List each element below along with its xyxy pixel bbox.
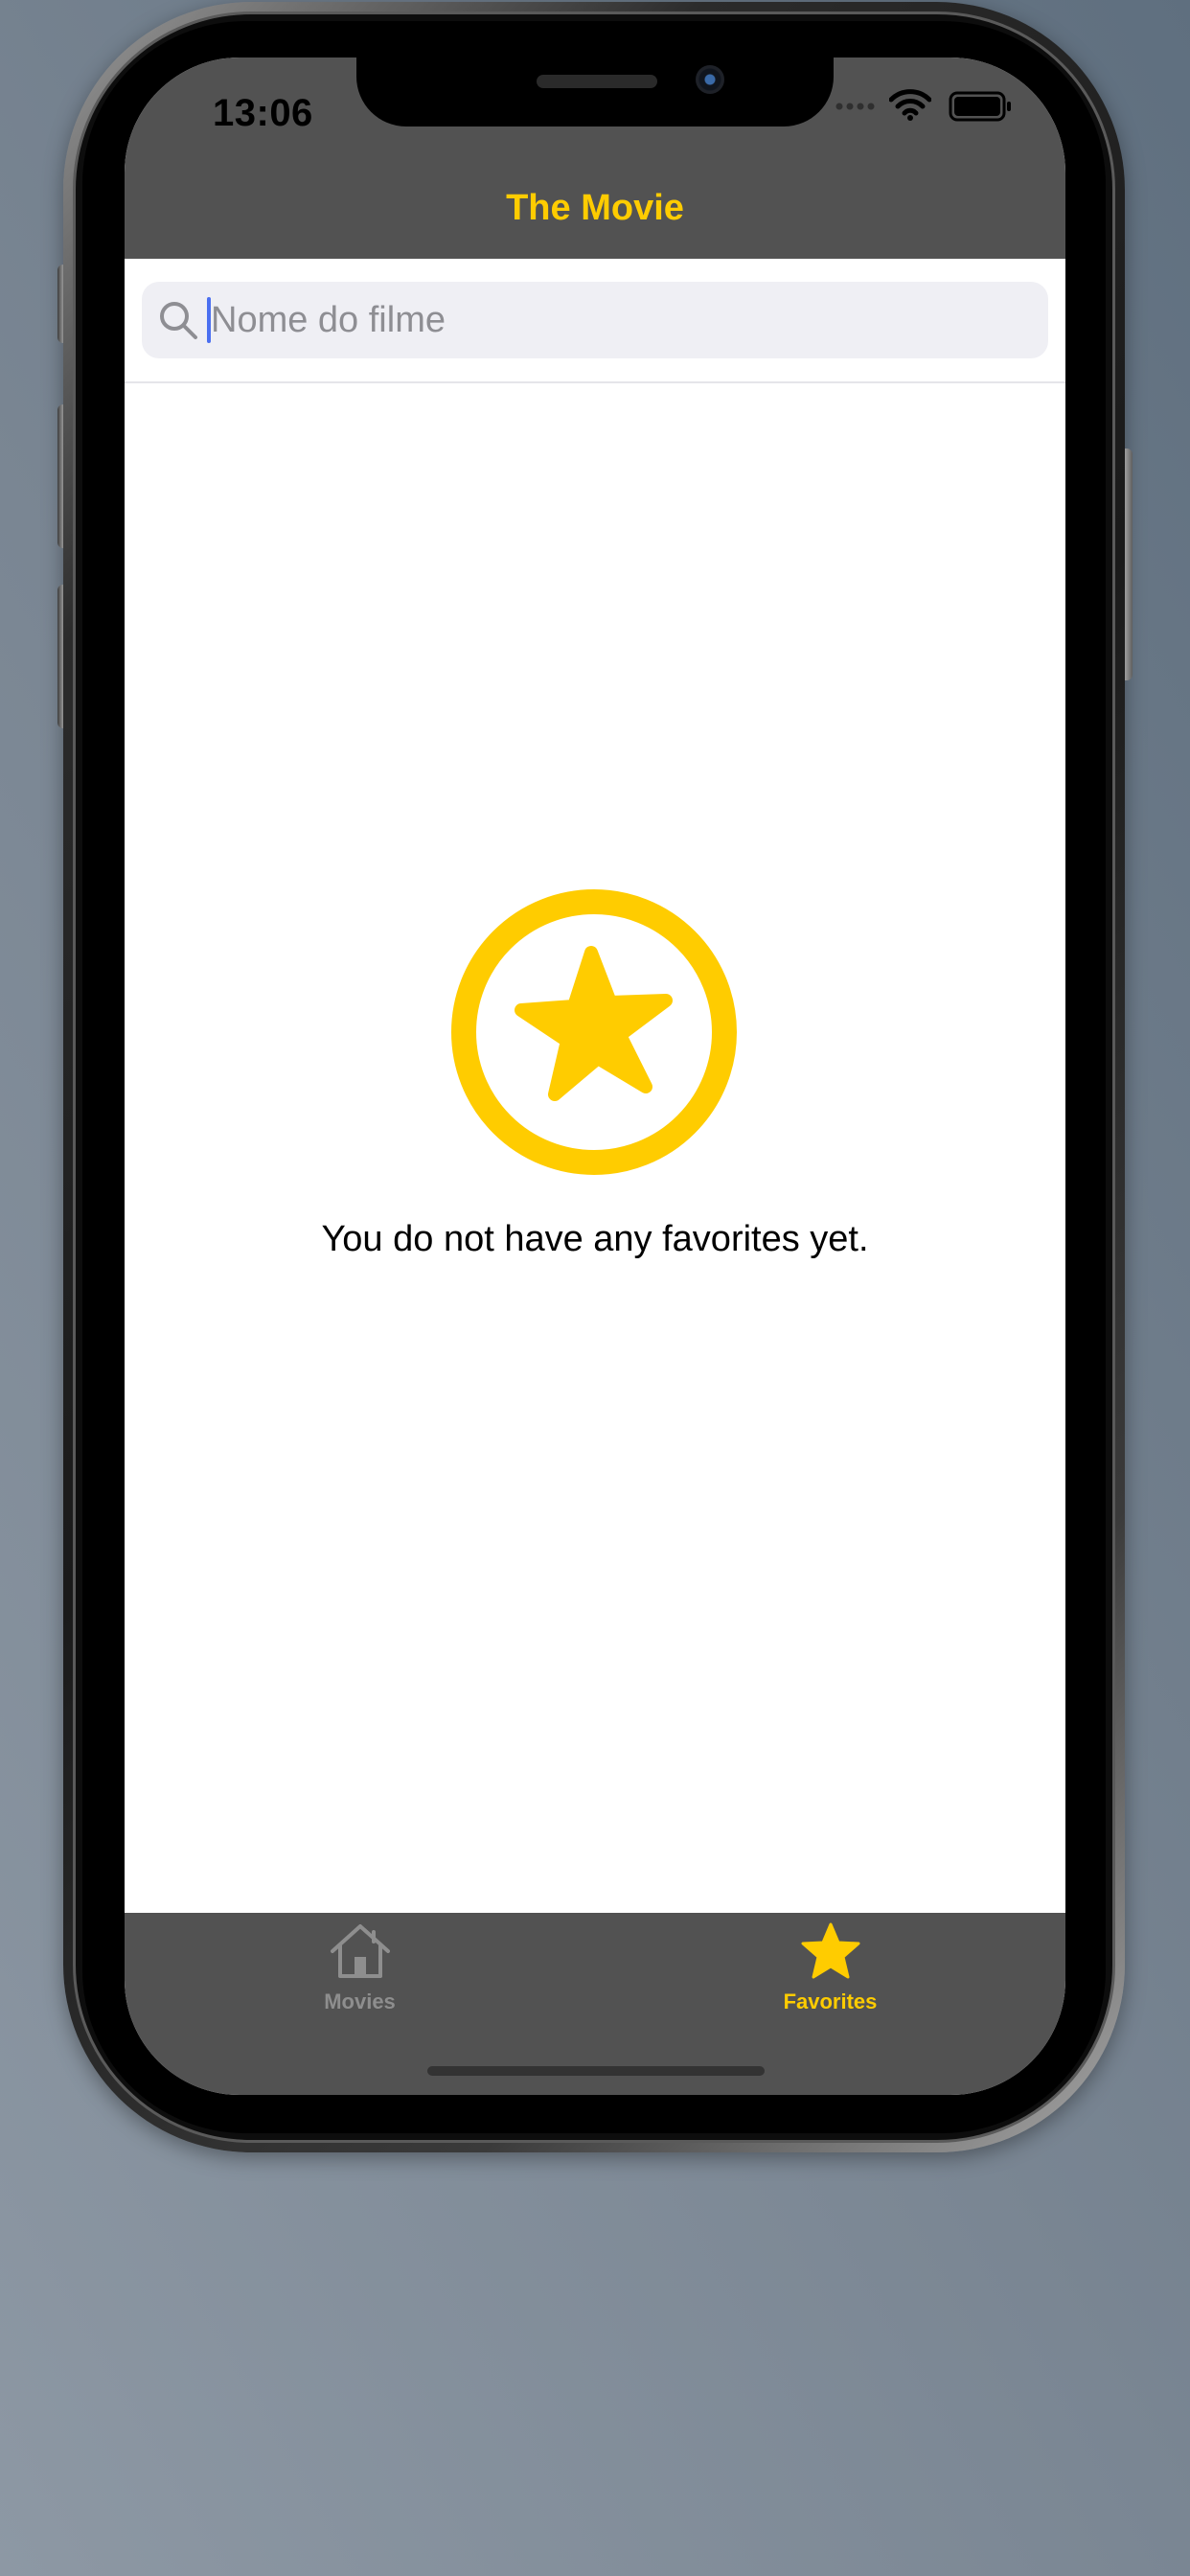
speaker-grille — [537, 75, 657, 88]
tab-movies-label: Movies — [324, 1990, 396, 2013]
search-bar — [125, 259, 1065, 383]
search-input[interactable] — [211, 282, 1035, 358]
app-screen: 13:06 The Movie Nome do filme You do not… — [125, 58, 1065, 2095]
star-circle-icon — [451, 889, 737, 1175]
empty-state-message: You do not have any favorites yet. — [321, 1219, 869, 1259]
tab-favorites-label: Favorites — [783, 1990, 878, 2013]
status-time: 13:06 — [213, 92, 313, 134]
search-icon — [160, 302, 197, 339]
battery-icon — [949, 91, 1011, 122]
notch — [356, 58, 834, 126]
tab-movies[interactable]: Movies — [125, 1913, 595, 2028]
home-indicator[interactable] — [427, 2066, 765, 2076]
page-title: The Movie — [506, 188, 684, 228]
wifi-icon — [889, 89, 931, 121]
signal-icon — [835, 103, 875, 110]
house-icon — [331, 1924, 390, 1978]
front-camera — [696, 65, 724, 94]
status-icons — [835, 86, 1018, 125]
search-field[interactable] — [142, 282, 1048, 358]
tab-favorites[interactable]: Favorites — [595, 1913, 1065, 2028]
star-icon — [801, 1922, 860, 1979]
